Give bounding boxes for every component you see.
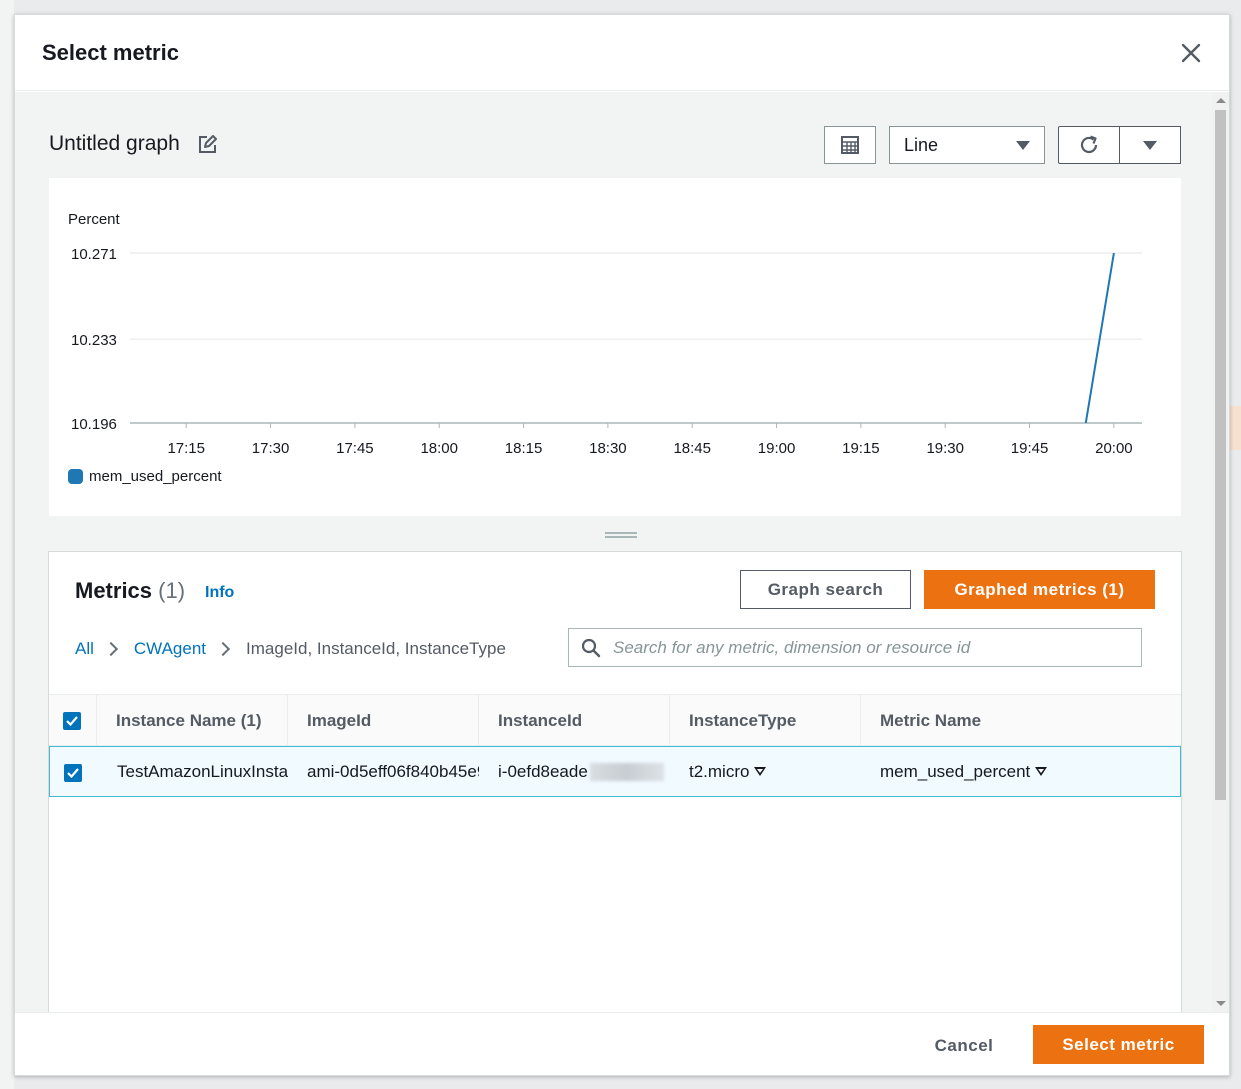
search-icon <box>581 638 601 657</box>
x-tick-label: 18:45 <box>673 440 711 457</box>
x-tick-label: 17:15 <box>167 440 205 457</box>
legend-swatch <box>68 469 83 484</box>
breadcrumb-all[interactable]: All <box>75 639 94 659</box>
x-tick-label: 17:45 <box>336 440 374 457</box>
checkmark-icon <box>67 768 79 779</box>
modal-title: Select metric <box>42 40 179 65</box>
y-tick-label: 10.271 <box>71 246 117 263</box>
refresh-interval-dropdown[interactable] <box>1119 126 1181 164</box>
checkmark-icon <box>66 716 78 727</box>
legend-label: mem_used_percent <box>89 468 222 485</box>
graphed-metrics-button[interactable]: Graphed metrics (1) <box>924 570 1155 609</box>
x-tick-label: 17:30 <box>252 440 290 457</box>
cell-instance-id: i-0efd8eade <box>479 747 670 796</box>
column-header-instance-type[interactable]: InstanceType <box>669 695 860 747</box>
column-header-instance-id[interactable]: InstanceId <box>478 695 669 747</box>
series-line-mem_used_percent <box>1084 252 1115 424</box>
metrics-panel: Metrics (1) Info Graph search Graphed me… <box>48 551 1182 1012</box>
panel-resize-handle[interactable] <box>605 532 637 538</box>
x-tick-label: 19:00 <box>758 440 796 457</box>
redacted-blur <box>589 762 664 781</box>
cell-image-id: ami-0d5eff06f840b45e9 <box>307 761 479 781</box>
metrics-title-text: Metrics <box>75 578 153 603</box>
scrollbar-thumb[interactable] <box>1215 110 1226 800</box>
x-tick-label: 20:00 <box>1095 440 1133 457</box>
metric-menu-icon[interactable] <box>1035 767 1048 776</box>
edit-icon[interactable] <box>198 135 217 154</box>
modal-scrollbar[interactable] <box>1212 92 1229 1012</box>
scroll-up-arrow-icon[interactable] <box>1216 98 1226 103</box>
chart-legend[interactable]: mem_used_percent <box>68 468 222 485</box>
table-header: Instance Name (1) ImageId InstanceId Ins… <box>49 694 1181 747</box>
column-header-metric-name[interactable]: Metric Name <box>860 695 1181 747</box>
page-backdrop <box>0 0 14 1089</box>
chart-type-select[interactable]: Line <box>889 126 1045 164</box>
graph-search-button[interactable]: Graph search <box>740 570 911 609</box>
chart-card: Percent 10.271 10.233 10.196 17:15 17:30 17:45… <box>49 178 1181 516</box>
cell-instance-type[interactable]: t2.micro <box>670 747 861 796</box>
select-metric-modal: Select metric Untitled graph Line Percen… <box>14 14 1230 1076</box>
cell-instance-type-text: t2.micro <box>689 761 750 781</box>
chevron-right-icon <box>215 641 231 657</box>
modal-header: Select metric <box>15 15 1229 91</box>
cell-metric-name[interactable]: mem_used_percent <box>861 747 1182 796</box>
cancel-button[interactable]: Cancel <box>918 1027 1010 1065</box>
y-tick-label: 10.196 <box>71 416 117 433</box>
cell-instance-name: TestAmazonLinuxInstance <box>117 761 288 781</box>
cell-instance-id-text: i-0efd8eade <box>498 761 588 781</box>
x-tick-label: 19:30 <box>926 440 964 457</box>
x-tick-label: 18:30 <box>589 440 627 457</box>
metrics-title: Metrics (1) <box>75 578 185 604</box>
chart-type-value: Line <box>904 134 939 155</box>
y-tick-label: 10.233 <box>71 332 117 349</box>
chevron-down-icon <box>1016 140 1030 150</box>
refresh-icon <box>1080 135 1098 154</box>
info-link[interactable]: Info <box>205 584 234 602</box>
metric-search-box[interactable] <box>568 628 1142 667</box>
chevron-right-icon <box>103 641 118 657</box>
x-tick-label: 18:15 <box>505 440 543 457</box>
graph-title[interactable]: Untitled graph <box>49 132 180 156</box>
x-tick-label: 18:00 <box>420 440 458 457</box>
dimension-menu-icon[interactable] <box>754 767 767 776</box>
table-row[interactable]: TestAmazonLinuxInstance ami-0d5eff06f840… <box>49 746 1181 797</box>
column-header-instance-name[interactable]: Instance Name (1) <box>96 695 287 747</box>
modal-body: Untitled graph Line Percent 10.271 10.233 1… <box>15 92 1229 1012</box>
scroll-down-arrow-icon[interactable] <box>1216 1001 1226 1006</box>
table-view-button[interactable] <box>824 126 876 164</box>
breadcrumb: All CWAgent ImageId, InstanceId, Instanc… <box>75 638 506 660</box>
caret-down-icon <box>1143 140 1157 150</box>
close-icon[interactable] <box>1177 39 1205 67</box>
select-metric-button[interactable]: Select metric <box>1033 1025 1204 1064</box>
y-axis-label: Percent <box>68 211 121 228</box>
table-view-icon <box>841 136 859 154</box>
line-chart: Percent 10.271 10.233 10.196 17:15 17:30 17:45… <box>68 211 1142 457</box>
cell-metric-name-text: mem_used_percent <box>880 761 1031 781</box>
metric-search-input[interactable] <box>613 637 1133 658</box>
modal-footer: Cancel Select metric <box>15 1012 1229 1075</box>
row-checkbox[interactable] <box>64 764 82 782</box>
breadcrumb-namespace[interactable]: CWAgent <box>134 639 206 659</box>
x-tick-label: 19:45 <box>1011 440 1049 457</box>
metrics-count: (1) <box>158 578 186 603</box>
column-header-image-id[interactable]: ImageId <box>287 695 478 747</box>
breadcrumb-dimensions: ImageId, InstanceId, InstanceType <box>246 639 506 658</box>
x-tick-label: 19:15 <box>842 440 880 457</box>
select-all-checkbox[interactable] <box>63 712 81 730</box>
refresh-button[interactable] <box>1058 126 1120 164</box>
